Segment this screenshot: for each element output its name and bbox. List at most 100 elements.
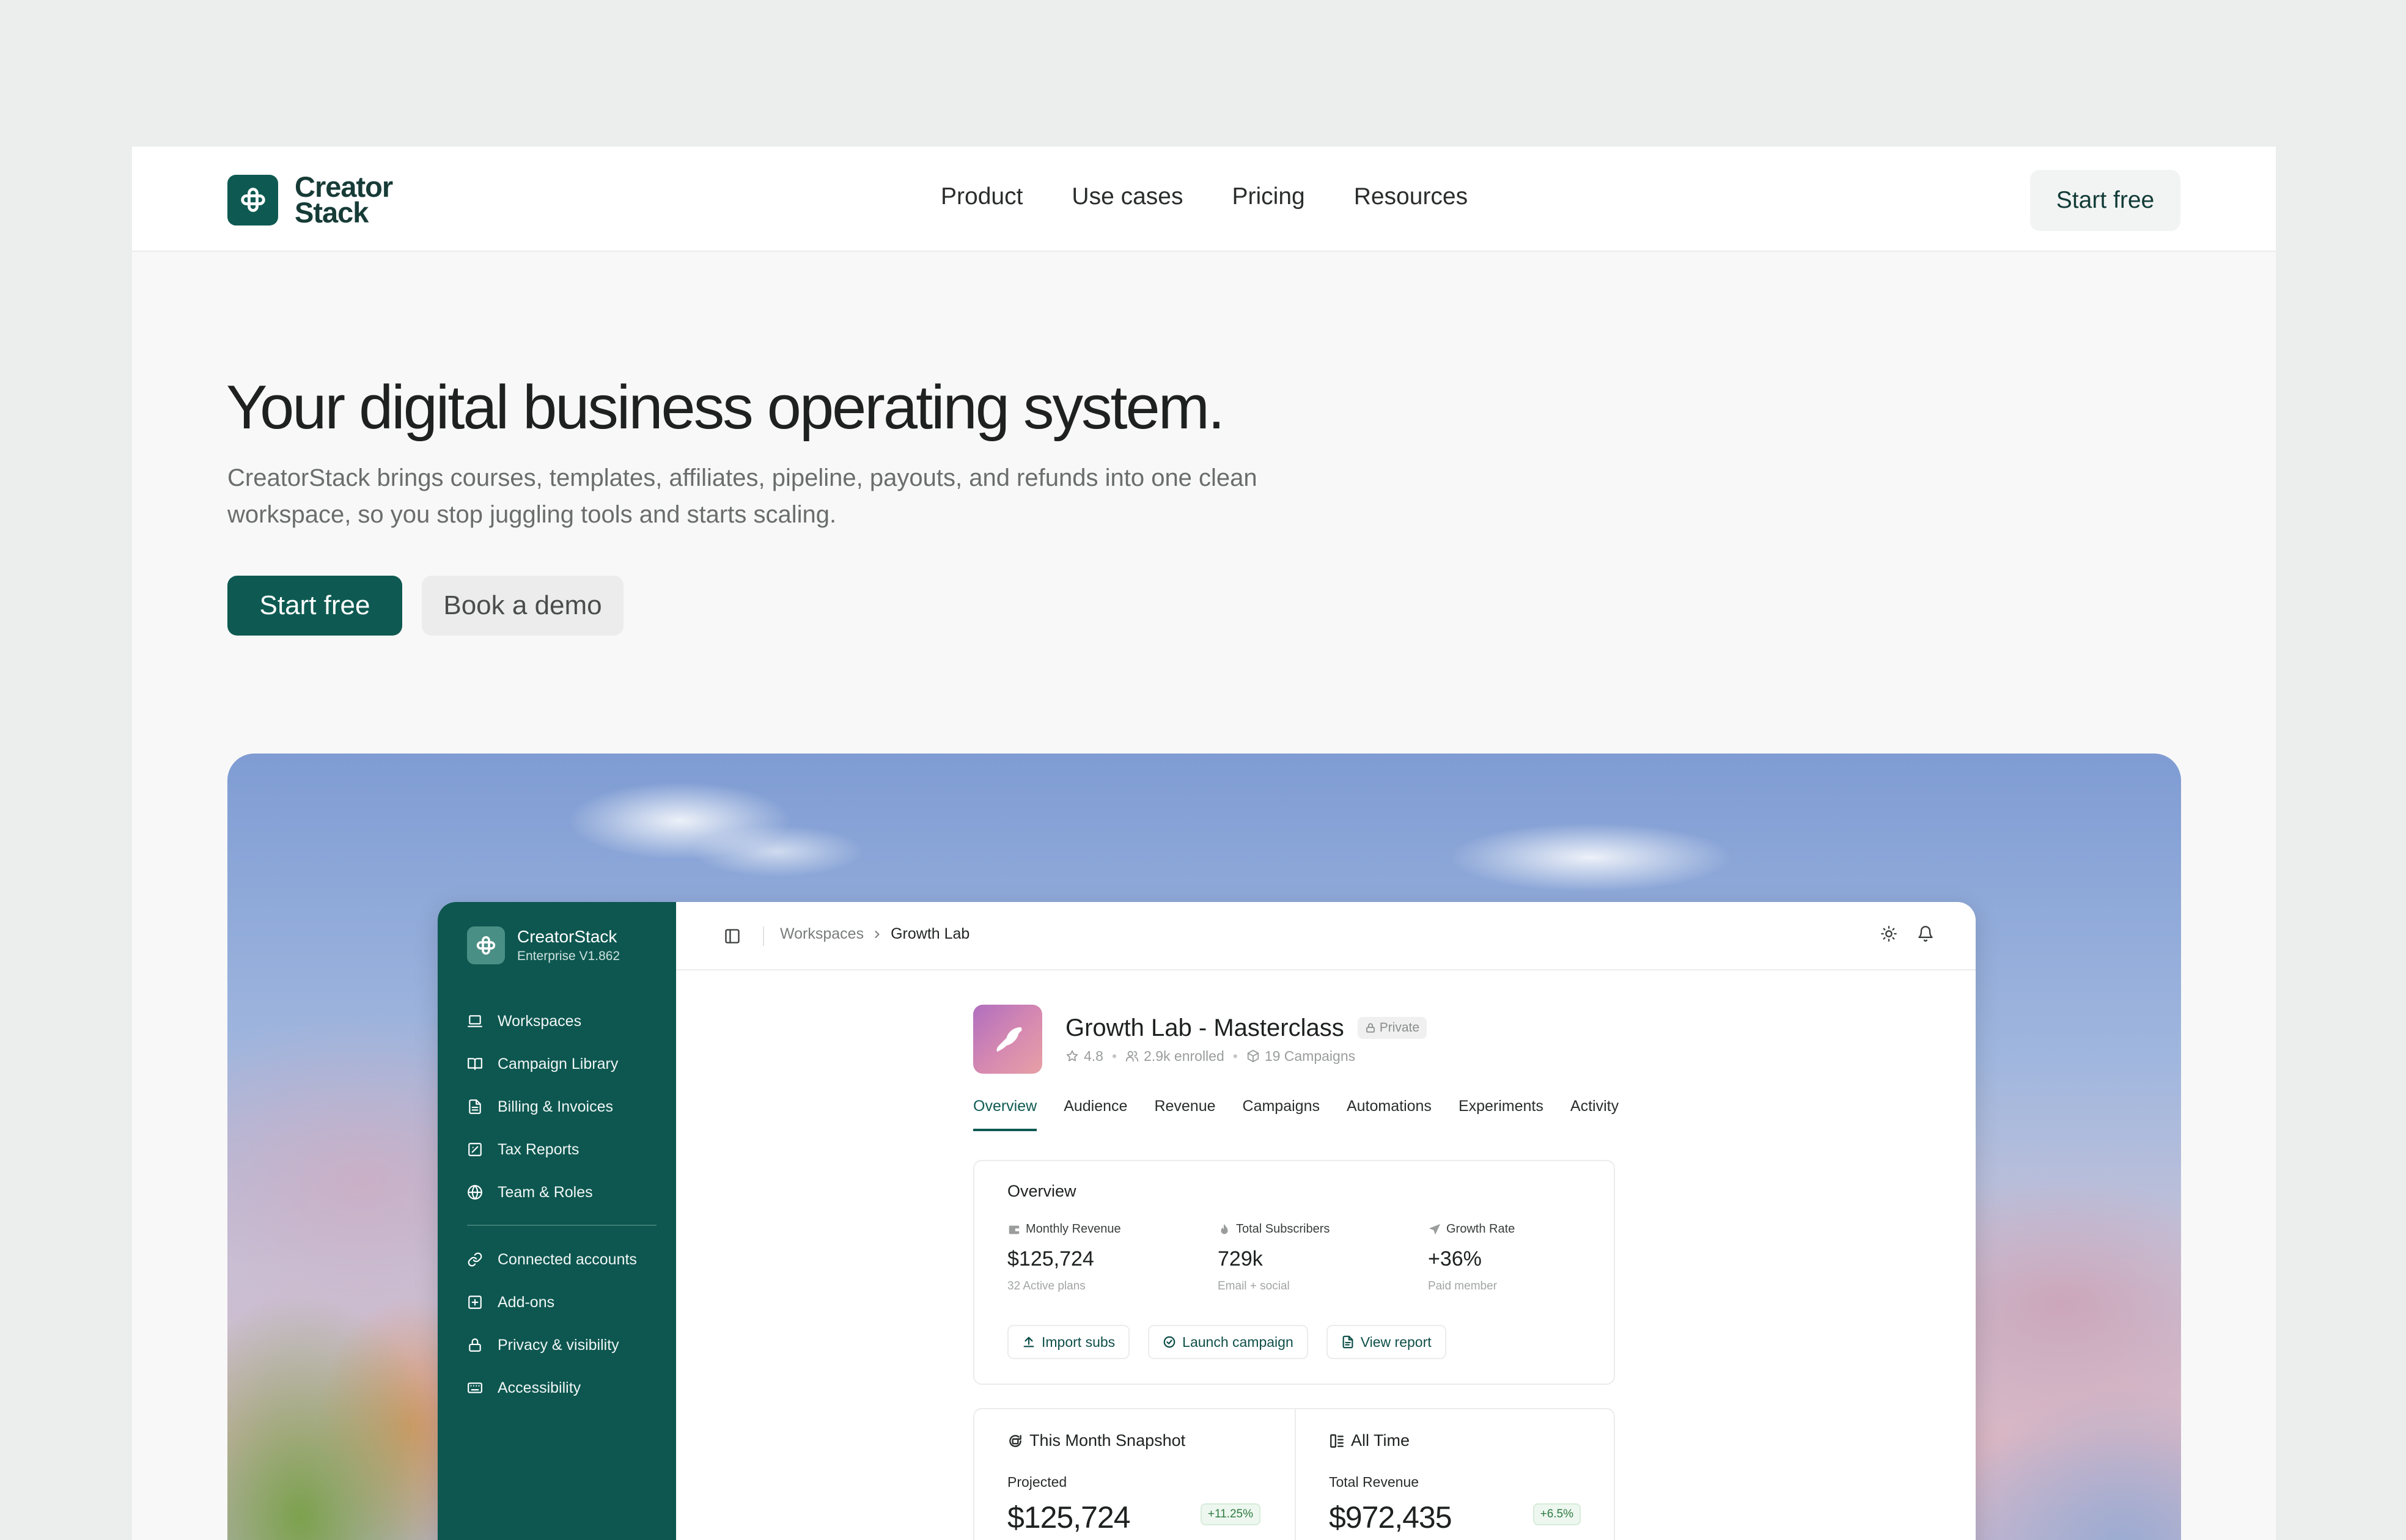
nav-start-free-button[interactable]: Start free — [2030, 170, 2180, 231]
breadcrumb: Workspaces Growth Lab — [780, 925, 969, 943]
theme-toggle-sun-icon[interactable] — [1880, 925, 1897, 942]
metric-label: Total Subscribers — [1236, 1222, 1330, 1236]
course-title: Growth Lab - Masterclass — [1065, 1014, 1344, 1041]
sidebar-item-label: Team & Roles — [498, 1183, 593, 1201]
snapshot-month-value: $125,724 — [1007, 1500, 1131, 1535]
sidebar-divider — [467, 1225, 657, 1226]
course-rating: 4.8 — [1084, 1047, 1103, 1064]
sidebar-item-add-ons[interactable]: Add-ons — [467, 1281, 657, 1324]
overview-card: Overview Monthly Revenue $125,724 32 Act… — [973, 1160, 1615, 1385]
sidebar-item-team-roles[interactable]: Team & Roles — [467, 1171, 657, 1214]
check-square-icon — [468, 1143, 482, 1156]
users-icon — [1125, 1050, 1139, 1062]
main-nav: Product Use cases Pricing Resources — [941, 183, 1468, 210]
private-badge-label: Private — [1379, 1021, 1420, 1035]
metric-note: Paid member — [1428, 1280, 1497, 1292]
file-text-icon — [469, 1099, 481, 1114]
sidebar-item-campaign-library[interactable]: Campaign Library — [467, 1043, 657, 1085]
course-thumbnail — [973, 1005, 1042, 1074]
metric-note: 32 Active plans — [1007, 1280, 1086, 1292]
star-icon — [1066, 1050, 1078, 1062]
tab-revenue[interactable]: Revenue — [1154, 1098, 1215, 1131]
brand-wordmark: Creator Stack — [295, 172, 393, 229]
overview-actions: Import subs Launch campaign View report — [1007, 1325, 1446, 1359]
sidebar-toggle-icon[interactable] — [724, 928, 741, 948]
snapshot-all-time-delta-badge: +6.5% — [1532, 1503, 1581, 1525]
nav-link-resources[interactable]: Resources — [1354, 183, 1468, 210]
flame-icon — [1221, 1223, 1228, 1234]
sidebar-item-label: Add-ons — [498, 1293, 555, 1311]
tab-automations[interactable]: Automations — [1347, 1098, 1432, 1131]
nav-link-pricing[interactable]: Pricing — [1232, 183, 1304, 210]
tab-overview[interactable]: Overview — [973, 1098, 1037, 1131]
app-preview-window: CreatorStack Enterprise V1.862 Workspace… — [438, 902, 1976, 1540]
launch-campaign-button[interactable]: Launch campaign — [1148, 1325, 1308, 1359]
sidebar-logo-icon — [467, 926, 505, 964]
metric-total-subscribers: Total Subscribers 729k Email + social — [1218, 1222, 1428, 1293]
course-enrolled: 2.9k enrolled — [1144, 1047, 1224, 1064]
sidebar-item-label: Campaign Library — [498, 1055, 619, 1072]
breadcrumb-current: Growth Lab — [891, 925, 970, 942]
keyboard-icon — [468, 1382, 482, 1393]
nav-link-use-cases[interactable]: Use cases — [1072, 183, 1183, 210]
app-sidebar: CreatorStack Enterprise V1.862 Workspace… — [438, 902, 676, 1540]
snapshot-all-time-label: Total Revenue — [1329, 1474, 1419, 1490]
brand-logo[interactable]: Creator Stack — [227, 172, 393, 229]
hero-subtitle: CreatorStack brings courses, templates, … — [227, 464, 1257, 528]
snapshot-this-month: This Month Snapshot Projected $125,724 +… — [974, 1409, 1295, 1540]
nav-link-product[interactable]: Product — [941, 183, 1023, 210]
book-demo-button[interactable]: Book a demo — [422, 576, 624, 636]
sidebar-item-connected-accounts[interactable]: Connected accounts — [467, 1238, 657, 1281]
tab-audience[interactable]: Audience — [1064, 1098, 1127, 1131]
sidebar-item-label: Workspaces — [498, 1012, 582, 1030]
tab-experiments[interactable]: Experiments — [1459, 1098, 1543, 1131]
metric-monthly-revenue: Monthly Revenue $125,724 32 Active plans — [1007, 1222, 1218, 1293]
notifications-bell-icon[interactable] — [1917, 925, 1934, 942]
stat-separator: • — [1232, 1047, 1238, 1064]
metric-label: Monthly Revenue — [1026, 1222, 1121, 1236]
sidebar-item-accessibility[interactable]: Accessibility — [467, 1366, 657, 1409]
bird-icon — [996, 1027, 1021, 1052]
import-subs-button[interactable]: Import subs — [1007, 1325, 1130, 1359]
sidebar-item-billing[interactable]: Billing & Invoices — [467, 1085, 657, 1128]
sidebar-item-label: Tax Reports — [498, 1140, 579, 1158]
course-tabs: Overview Audience Revenue Campaigns Auto… — [973, 1098, 1619, 1131]
plus-square-icon — [468, 1296, 482, 1309]
brand-line-2: Stack — [295, 196, 369, 229]
sidebar-item-tax-reports[interactable]: Tax Reports — [467, 1128, 657, 1171]
globe-icon — [468, 1185, 482, 1200]
launch-campaign-label: Launch campaign — [1182, 1333, 1293, 1350]
book-open-icon — [468, 1058, 482, 1070]
tab-campaigns[interactable]: Campaigns — [1243, 1098, 1320, 1131]
tab-activity[interactable]: Activity — [1570, 1098, 1619, 1131]
app-main: Workspaces Growth Lab Growth Lab - Maste… — [676, 902, 1976, 1540]
sidebar-app-name: CreatorStack — [517, 927, 617, 946]
metric-value: +36% — [1428, 1247, 1482, 1270]
overview-metrics: Monthly Revenue $125,724 32 Active plans… — [1007, 1222, 1638, 1293]
snapshot-all-time-value: $972,435 — [1329, 1500, 1452, 1535]
snapshot-all-time: All Time Total Revenue $972,435 +6.5% — [1295, 1409, 1615, 1540]
top-navigation: Creator Stack Product Use cases Pricing … — [132, 147, 2276, 252]
view-report-button[interactable]: View report — [1326, 1325, 1446, 1359]
snapshot-all-time-title: All Time — [1351, 1431, 1410, 1450]
sidebar-item-workspaces[interactable]: Workspaces — [467, 1000, 657, 1043]
sidebar-menu: Workspaces Campaign Library Billing & In… — [467, 1000, 657, 1409]
breadcrumb-workspaces[interactable]: Workspaces — [780, 925, 864, 943]
overview-card-title: Overview — [1007, 1182, 1076, 1200]
sidebar-item-label: Privacy & visibility — [498, 1336, 619, 1354]
link-icon — [468, 1252, 482, 1267]
app-topbar: Workspaces Growth Lab — [676, 902, 1976, 970]
metric-value: $125,724 — [1007, 1247, 1094, 1270]
sidebar-brand[interactable]: CreatorStack Enterprise V1.862 — [467, 926, 620, 964]
wallet-icon — [1009, 1225, 1020, 1234]
box-icon — [1247, 1049, 1259, 1063]
snapshot-card: This Month Snapshot Projected $125,724 +… — [973, 1408, 1615, 1540]
sidebar-item-label: Billing & Invoices — [498, 1098, 613, 1115]
hero-start-free-button[interactable]: Start free — [227, 576, 402, 636]
import-subs-label: Import subs — [1042, 1333, 1116, 1350]
metric-label: Growth Rate — [1446, 1222, 1515, 1236]
snapshot-month-delta-badge: +11.25% — [1200, 1503, 1260, 1525]
sidebar-item-label: Connected accounts — [498, 1250, 637, 1268]
private-badge: Private — [1357, 1017, 1427, 1039]
sidebar-item-privacy[interactable]: Privacy & visibility — [467, 1324, 657, 1366]
